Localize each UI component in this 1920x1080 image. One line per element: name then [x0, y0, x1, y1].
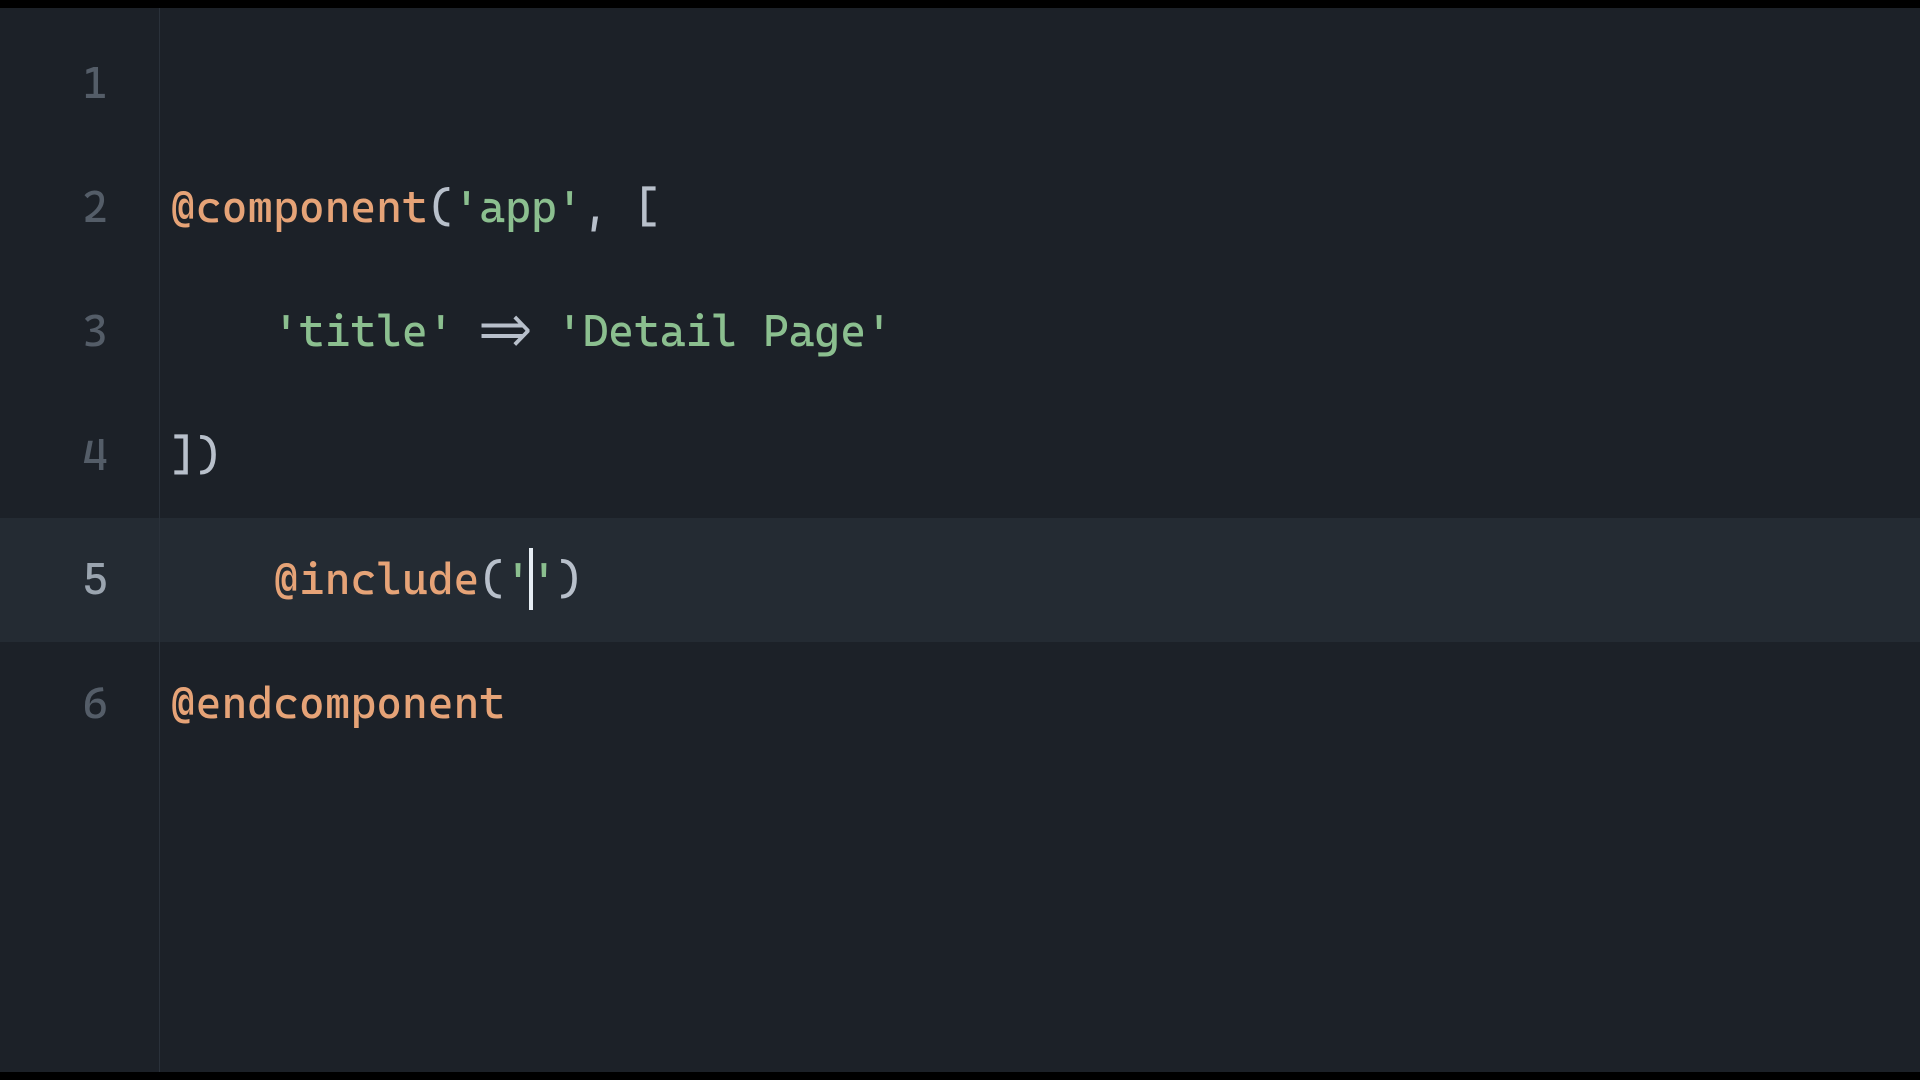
code-line-active[interactable]: @include('')	[160, 518, 1920, 642]
code-line[interactable]: 'title' => 'Detail Page'	[160, 270, 1920, 394]
code-editor[interactable]: 1 2 3 4 5 6 @component('app', [ 'title' …	[0, 0, 1920, 1080]
code-line[interactable]: @endcomponent	[160, 642, 1920, 766]
text-cursor	[529, 548, 533, 610]
string-token: 'title'	[273, 306, 453, 357]
code-line[interactable]	[160, 22, 1920, 146]
directive-token: @include	[273, 554, 479, 605]
directive-token: @component	[170, 182, 428, 233]
line-number: 4	[0, 394, 159, 518]
code-area[interactable]: @component('app', [ 'title' => 'Detail P…	[160, 8, 1920, 1072]
code-line[interactable]: ])	[160, 394, 1920, 518]
line-number: 6	[0, 642, 159, 766]
punct-token: (	[479, 554, 505, 605]
string-token: 'Detail Page'	[557, 306, 892, 357]
indent	[170, 554, 273, 605]
line-number: 2	[0, 146, 159, 270]
punct-token: (	[428, 182, 454, 233]
line-number: 3	[0, 270, 159, 394]
operator-token: =>	[454, 306, 557, 357]
string-token: '	[505, 554, 531, 605]
punct-token: )	[557, 554, 583, 605]
line-number-gutter: 1 2 3 4 5 6	[0, 8, 160, 1072]
indent	[170, 306, 273, 357]
code-line[interactable]: @component('app', [	[160, 146, 1920, 270]
line-number: 1	[0, 22, 159, 146]
punct-token: , [	[583, 182, 660, 233]
directive-token: @endcomponent	[170, 678, 505, 729]
punct-token: ])	[170, 430, 222, 481]
string-token: 'app'	[454, 182, 583, 233]
string-token: '	[531, 554, 557, 605]
line-number-active: 5	[0, 518, 159, 642]
